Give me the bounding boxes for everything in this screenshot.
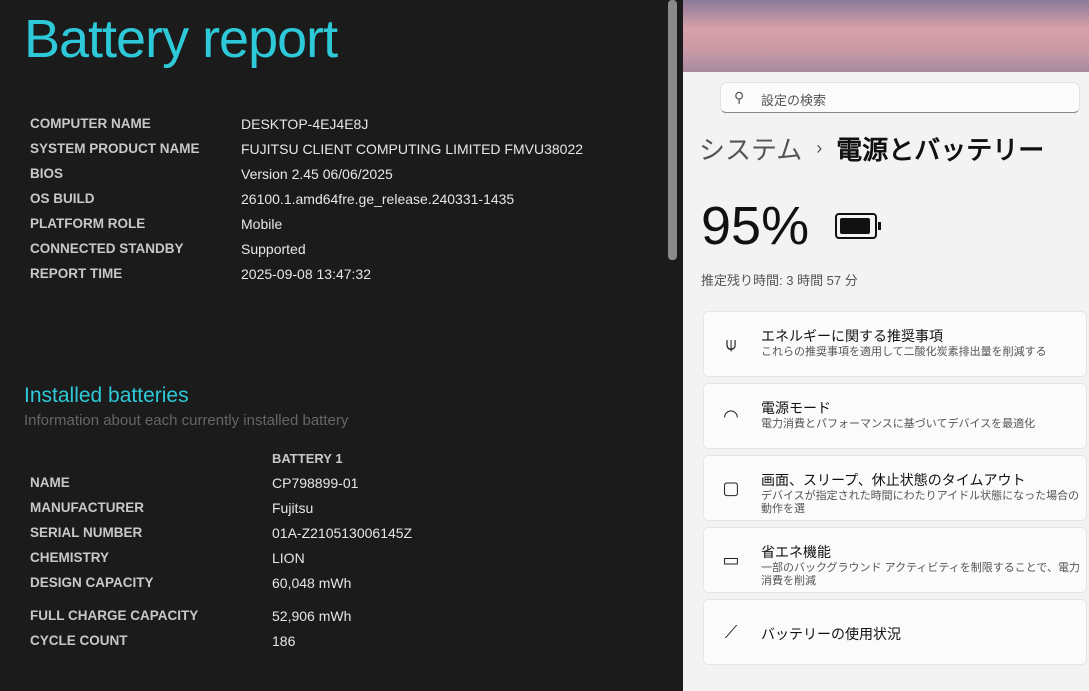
info-row: DESIGN CAPACITY 60,048 mWh — [30, 575, 351, 595]
row-label: DESIGN CAPACITY — [30, 575, 154, 590]
row-value: DESKTOP-4EJ4E8J — [241, 116, 369, 132]
breadcrumb-system[interactable]: システム — [699, 130, 802, 167]
row-label: SYSTEM PRODUCT NAME — [30, 141, 200, 156]
info-row: BIOS Version 2.45 06/06/2025 — [30, 166, 393, 186]
row-value: 26100.1.amd64fre.ge_release.240331-1435 — [241, 191, 515, 207]
row-label: FULL CHARGE CAPACITY — [30, 608, 199, 623]
card-title: バッテリーの使用状況 — [761, 626, 901, 642]
info-row: SYSTEM PRODUCT NAME FUJITSU CLIENT COMPUT… — [30, 141, 583, 161]
info-row: REPORT TIME 2025-09-08 13:47:32 — [30, 266, 371, 286]
info-row: PLATFORM ROLE Mobile — [30, 216, 282, 236]
card-description: デバイスが指定された時間にわたりアイドル状態になった場合の動作を選 — [761, 490, 1080, 515]
row-value: Version 2.45 06/06/2025 — [241, 166, 393, 182]
row-value: FUJITSU CLIENT COMPUTING LIMITED FMVU380… — [241, 141, 584, 157]
info-row: NAME CP798899-01 — [30, 475, 358, 495]
chart-icon: ⟋ — [724, 622, 738, 642]
info-row: SERIAL NUMBER 01A-Z210513006145Z — [30, 525, 412, 545]
leaf-icon: ⍦ — [725, 334, 737, 354]
battery-fill — [840, 218, 871, 234]
row-value: 186 — [272, 633, 296, 649]
info-row: CONNECTED STANDBY Supported — [30, 241, 306, 261]
installed-batteries-subtitle: Information about each currently install… — [24, 412, 349, 429]
battery-saver-icon: ▭ — [722, 550, 740, 570]
info-row: CHEMISTRY LION — [30, 550, 305, 570]
row-value: LION — [272, 550, 305, 566]
row-value: Fujitsu — [272, 500, 314, 516]
search-placeholder: 設定の検索 — [761, 93, 827, 108]
page-title: Battery report — [24, 9, 338, 69]
row-label: COMPUTER NAME — [30, 116, 151, 131]
estimated-time-remaining: 推定残り時間: 3 時間 57 分 — [701, 273, 858, 288]
screen-sleep-icon: ▢ — [722, 478, 740, 498]
settings-card[interactable]: ⟋ バッテリーの使用状況 — [703, 599, 1087, 665]
row-value: 60,048 mWh — [272, 575, 352, 591]
row-label: CONNECTED STANDBY — [30, 241, 184, 256]
battery-column-header: BATTERY 1 — [272, 451, 343, 466]
settings-card[interactable]: ⍦ エネルギーに関する推奨事項これらの推奨事項を適用して二酸化炭素排出量を削減する — [703, 311, 1087, 377]
battery-report-pane: Battery report COMPUTER NAME DESKTOP-4EJ4… — [0, 0, 664, 691]
info-row: MANUFACTURER Fujitsu — [30, 500, 313, 520]
row-value: CP798899-01 — [272, 475, 359, 491]
row-label: SERIAL NUMBER — [30, 525, 143, 540]
row-label: CHEMISTRY — [30, 550, 110, 565]
battery-icon — [835, 213, 881, 239]
row-label: REPORT TIME — [30, 266, 123, 281]
card-title: 電源モード — [761, 400, 831, 416]
settings-search-input[interactable]: ⚲ 設定の検索 — [720, 82, 1080, 113]
card-title: 省エネ機能 — [761, 544, 831, 560]
row-label: OS BUILD — [30, 191, 95, 206]
card-description: これらの推奨事項を適用して二酸化炭素排出量を削減する — [761, 346, 1047, 358]
chevron-right-icon: › — [816, 138, 823, 158]
card-description: 電力消費とパフォーマンスに基づいてデバイスを最適化 — [761, 418, 1036, 430]
row-value: 01A-Z210513006145Z — [272, 525, 413, 541]
info-row: FULL CHARGE CAPACITY 52,906 mWh — [30, 608, 351, 628]
installed-batteries-heading: Installed batteries — [24, 384, 189, 407]
breadcrumb-current: 電源とバッテリー — [836, 135, 1045, 165]
row-label: NAME — [30, 475, 70, 490]
row-value: Supported — [241, 241, 306, 257]
gauge-icon: ◠ — [723, 406, 739, 426]
row-value: 52,906 mWh — [272, 608, 352, 624]
info-row: CYCLE COUNT 186 — [30, 633, 295, 653]
settings-window: ⚲ 設定の検索 システム › 電源とバッテリー 95% 推定残り時間: 3 時間 … — [683, 0, 1089, 691]
card-description: 一部のバックグラウンド アクティビティを制限することで、電力消費を削減 — [761, 562, 1080, 587]
row-value: 2025-09-08 13:47:32 — [241, 266, 371, 282]
info-row: OS BUILD 26100.1.amd64fre.ge_release.2403… — [30, 191, 514, 211]
card-title: エネルギーに関する推奨事項 — [761, 328, 943, 344]
wallpaper-strip — [683, 0, 1089, 72]
scrollbar-thumb[interactable] — [668, 0, 677, 260]
row-label: PLATFORM ROLE — [30, 216, 146, 231]
breadcrumb: システム › 電源とバッテリー — [699, 130, 1044, 167]
settings-card[interactable]: ▭ 省エネ機能一部のバックグラウンド アクティビティを制限することで、電力消費を削… — [703, 527, 1087, 593]
info-row: COMPUTER NAME DESKTOP-4EJ4E8J — [30, 116, 368, 136]
settings-card[interactable]: ▢ 画面、スリープ、休止状態のタイムアウトデバイスが指定された時間にわたりアイドル… — [703, 455, 1087, 521]
card-title: 画面、スリープ、休止状態のタイムアウト — [761, 472, 1026, 488]
settings-card[interactable]: ◠ 電源モード電力消費とパフォーマンスに基づいてデバイスを最適化 — [703, 383, 1087, 449]
row-label: MANUFACTURER — [30, 500, 144, 515]
search-icon: ⚲ — [734, 89, 745, 105]
battery-percent: 95% — [701, 196, 810, 256]
row-label: CYCLE COUNT — [30, 633, 128, 648]
row-label: BIOS — [30, 166, 64, 181]
row-value: Mobile — [241, 216, 283, 232]
